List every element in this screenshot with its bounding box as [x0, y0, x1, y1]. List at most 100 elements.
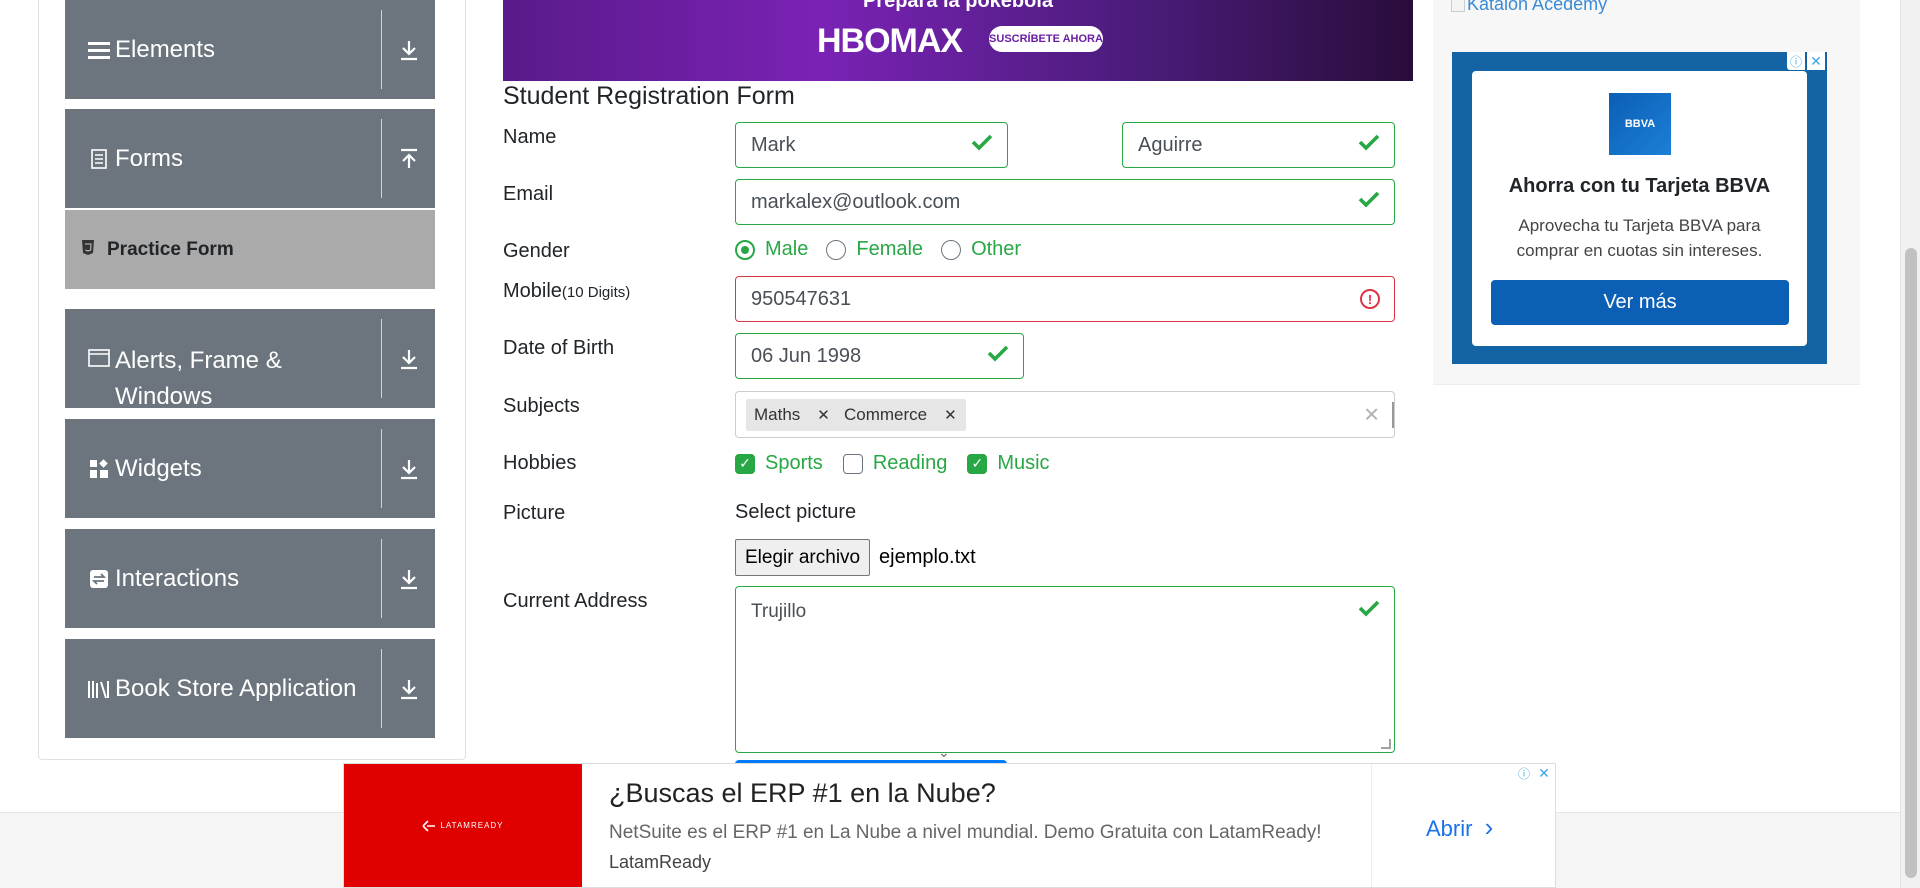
sidebar-group-alerts[interactable]: Alerts, Frame & Windows: [65, 309, 435, 410]
ad-open-label: Abrir: [1426, 816, 1473, 841]
gender-other-radio[interactable]: Other: [941, 238, 1021, 261]
sidebar-group-alerts-title: Alerts, Frame & Windows: [65, 309, 381, 410]
ad-description: NetSuite es el ERP #1 en La Nube a nivel…: [609, 822, 1322, 843]
divider: [1392, 402, 1394, 428]
ad-headline: ¿Buscas el ERP #1 en la Nube?: [609, 778, 996, 808]
page: Elements Forms Practice Form Alerts, Fra…: [0, 0, 1920, 888]
radio-label: Male: [765, 238, 809, 260]
sidebar-group-elements[interactable]: Elements: [65, 0, 435, 99]
bbva-ad-card: BBVA Ahorra con tu Tarjeta BBVA Aprovech…: [1472, 71, 1807, 346]
mobile-input[interactable]: 950547631 !: [735, 276, 1395, 322]
radio-label: Other: [971, 238, 1022, 260]
chevron-down-icon: ⌄: [938, 744, 950, 760]
checkbox-label: Reading: [872, 452, 948, 474]
chip-remove-icon[interactable]: ✕: [935, 406, 966, 424]
last-name-input[interactable]: Aguirre: [1122, 122, 1395, 168]
clear-all-icon[interactable]: ✕: [1363, 402, 1380, 427]
checkbox-checked-icon: ✓: [735, 453, 755, 474]
mobile-hint: (10 Digits): [561, 284, 631, 301]
hobbies-checkbox-group: ✓ Sports Reading ✓ Music: [735, 452, 1070, 475]
download-arrow-icon[interactable]: [383, 639, 435, 738]
sidebar-item-label: Practice Form: [107, 238, 234, 260]
sidebar-group-forms-title: Forms: [65, 109, 381, 208]
sidebar-group-label: Interactions: [115, 564, 240, 592]
chip-label: Maths: [754, 405, 801, 424]
latamready-bottom-ad[interactable]: LATAMREADY ¿Buscas el ERP #1 en la Nube?…: [343, 763, 1556, 888]
checkbox-label: Sports: [765, 452, 823, 474]
email-label: Email: [503, 183, 554, 205]
radio-label: Female: [856, 238, 924, 260]
sidebar-item-practice-form[interactable]: Practice Form: [65, 210, 435, 289]
hobbies-label: Hobbies: [503, 452, 577, 474]
interactions-icon: [85, 569, 113, 589]
dob-label: Date of Birth: [503, 337, 615, 359]
sidebar-group-label: Alerts, Frame & Windows: [115, 347, 282, 410]
gender-male-radio[interactable]: Male: [735, 238, 808, 261]
ad-close-icon[interactable]: ✕: [1535, 764, 1553, 782]
divider: [381, 119, 382, 198]
email-input[interactable]: markalex@outlook.com: [735, 179, 1395, 225]
sidebar-group-label: Book Store Application: [115, 674, 357, 702]
download-arrow-icon[interactable]: [383, 419, 435, 518]
download-arrow-icon[interactable]: [383, 309, 435, 408]
html5-icon: [81, 239, 95, 260]
divider: [381, 539, 382, 618]
download-arrow-icon[interactable]: [383, 0, 435, 99]
date-of-birth-input[interactable]: 06 Jun 1998: [735, 333, 1024, 379]
sidebar-group-interactions[interactable]: Interactions: [65, 529, 435, 628]
valid-check-icon: [1358, 190, 1380, 214]
subject-chip-maths: Maths ✕: [746, 399, 839, 431]
subject-chip-commerce: Commerce ✕: [836, 399, 966, 431]
ad-subscribe-button[interactable]: SUSCRÍBETE AHORA: [989, 26, 1103, 52]
valid-check-icon: [987, 344, 1009, 368]
select-picture-label: Select picture: [735, 501, 857, 523]
name-label: Name: [503, 126, 557, 148]
checkbox-label: Music: [997, 452, 1050, 474]
divider: [381, 319, 382, 398]
form-title: Student Registration Form: [503, 82, 795, 110]
ad-open-button[interactable]: Abrir ›: [1426, 812, 1493, 843]
chip-remove-icon[interactable]: ✕: [808, 406, 839, 424]
divider: [381, 649, 382, 728]
hobby-sports-checkbox[interactable]: ✓ Sports: [735, 452, 823, 475]
bbva-ad[interactable]: ⓘ ✕ BBVA Ahorra con tu Tarjeta BBVA Apro…: [1452, 52, 1827, 364]
resize-grip-icon[interactable]: [1381, 739, 1391, 749]
divider: [1371, 764, 1372, 887]
ad-info-icon[interactable]: ⓘ: [1515, 764, 1533, 782]
hobby-reading-checkbox[interactable]: Reading: [842, 452, 948, 475]
gender-female-radio[interactable]: Female: [826, 238, 923, 261]
hbomax-banner-ad[interactable]: Prepara la pokebola HBOMAX SUSCRÍBETE AH…: [503, 0, 1413, 81]
widgets-icon: [85, 458, 113, 479]
mobile-label-text: Mobile: [503, 280, 562, 302]
checkbox-unchecked-icon: [842, 453, 863, 474]
ad-tagline: Prepara la pokebola: [862, 0, 1054, 12]
sidebar-group-book-store-title: Book Store Application: [65, 639, 381, 738]
sidebar-group-forms[interactable]: Forms: [65, 109, 435, 208]
katalon-academy-link[interactable]: Katalon Acedemy: [1451, 0, 1607, 15]
gender-radio-group: Male Female Other: [735, 238, 1039, 261]
ad-see-more-button[interactable]: Ver más: [1491, 280, 1789, 325]
subjects-input[interactable]: Maths ✕ Commerce ✕ ✕: [735, 391, 1395, 438]
chip-label: Commerce: [844, 405, 928, 424]
sidebar-group-label: Widgets: [115, 454, 202, 482]
upload-arrow-icon[interactable]: [383, 109, 435, 208]
ad-brand-logo: HBOMAX: [817, 22, 963, 60]
gender-label: Gender: [503, 240, 570, 262]
sidebar-group-elements-title: Elements: [65, 0, 381, 99]
sidebar-group-widgets[interactable]: Widgets: [65, 419, 435, 518]
subjects-label: Subjects: [503, 395, 580, 417]
sidebar-group-book-store[interactable]: Book Store Application: [65, 639, 435, 738]
first-name-input[interactable]: Mark: [735, 122, 1008, 168]
selected-file-name: ejemplo.txt: [879, 546, 976, 568]
divider: [381, 10, 382, 89]
page-scrollbar[interactable]: [1900, 0, 1920, 888]
choose-file-button[interactable]: Elegir archivo: [735, 539, 871, 576]
sidebar-group-widgets-title: Widgets: [65, 419, 381, 518]
scrollbar-thumb[interactable]: [1905, 248, 1917, 878]
download-arrow-icon[interactable]: [383, 529, 435, 628]
ad-close-icon[interactable]: ✕: [1807, 52, 1825, 70]
hobby-music-checkbox[interactable]: ✓ Music: [967, 452, 1050, 475]
radio-selected-icon: [735, 239, 755, 260]
current-address-textarea[interactable]: Trujillo: [735, 586, 1395, 753]
ad-info-icon[interactable]: ⓘ: [1787, 52, 1805, 70]
